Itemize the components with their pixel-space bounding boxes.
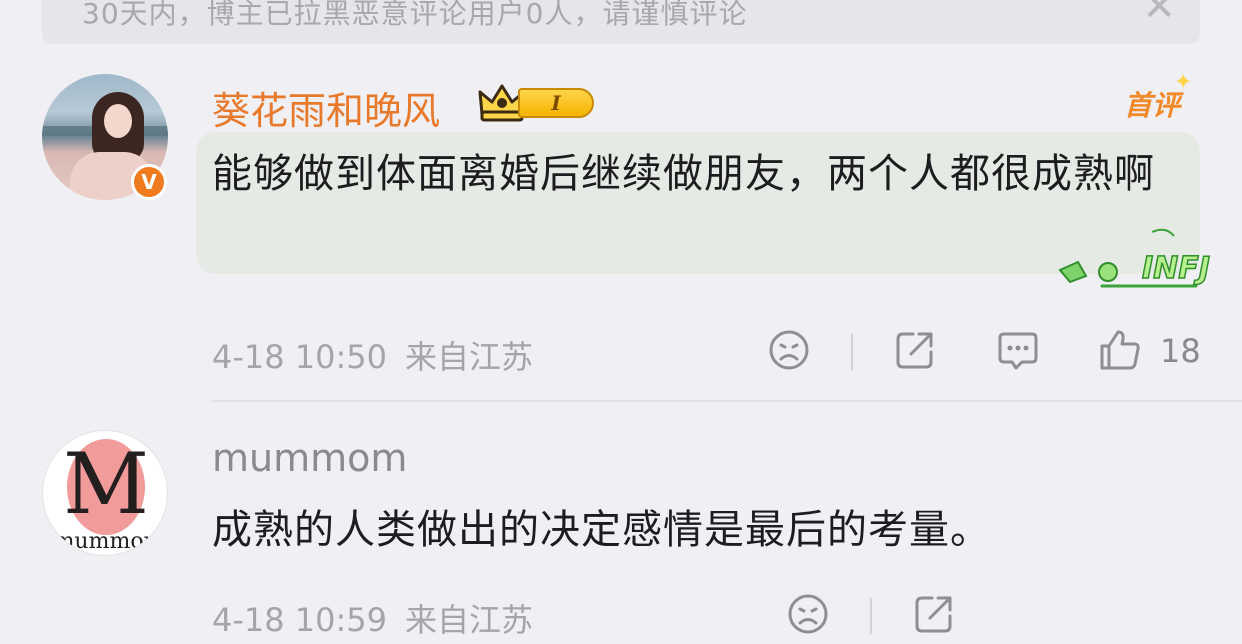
comment-meta: 4-18 10:50 来自江苏 [212, 332, 533, 378]
level-tag: I [518, 88, 594, 118]
comment-location: 来自江苏 [405, 601, 534, 639]
infj-decoration-icon: INFJ [1058, 228, 1211, 288]
dislike-face-icon[interactable] [786, 592, 830, 636]
reply-comment-icon[interactable] [996, 328, 1040, 372]
comment-username[interactable]: mummom [212, 436, 407, 480]
comment-meta: 4-18 10:59 来自江苏 [212, 595, 533, 641]
like-thumb-icon[interactable] [1098, 328, 1142, 372]
comment-text: 能够做到体面离婚后继续做朋友，两个人都很成熟啊 [212, 151, 1155, 197]
share-icon[interactable] [912, 592, 956, 636]
notice-banner: 30天内，博主已拉黑恶意评论用户0人，请谨慎评论 ✕ [42, 0, 1200, 44]
dislike-face-icon[interactable] [767, 328, 811, 372]
comment-time: 4-18 10:59 [212, 601, 388, 639]
comment-time: 4-18 10:50 [212, 338, 388, 376]
notice-text: 30天内，博主已拉黑恶意评论用户0人，请谨慎评论 [82, 0, 748, 30]
sparkle-icon: ✦ [1174, 70, 1193, 95]
first-comment-label: 首评 [1124, 89, 1181, 122]
like-count: 18 [1160, 332, 1201, 370]
avatar[interactable]: M mummom [42, 430, 168, 556]
share-icon[interactable] [893, 328, 937, 372]
verified-badge-icon: V [131, 164, 167, 200]
comment-text: 成熟的人类做出的决定感情是最后的考量。 [212, 507, 991, 553]
comment-username[interactable]: 葵花雨和晚风 [212, 80, 440, 135]
action-separator [870, 598, 872, 634]
action-separator [851, 334, 853, 370]
avatar-text: mummom [53, 529, 165, 554]
infj-text: INFJ [1142, 251, 1210, 286]
close-icon[interactable]: ✕ [1142, 0, 1176, 30]
vip-level-badge[interactable]: I [478, 82, 594, 122]
first-comment-tag: 首评 ✦ [1124, 70, 1192, 124]
comment-item: V 葵花雨和晚风 I 首评 ✦ 能够做到体面离婚后继续做朋友，两个人都很成熟啊 … [0, 70, 1242, 404]
comment-divider [212, 400, 1242, 402]
comment-item: M mummom mummom 成熟的人类做出的决定感情是最后的考量。 4-18… [0, 430, 1242, 644]
avatar-letter: M [62, 435, 149, 533]
comment-location: 来自江苏 [405, 338, 534, 376]
